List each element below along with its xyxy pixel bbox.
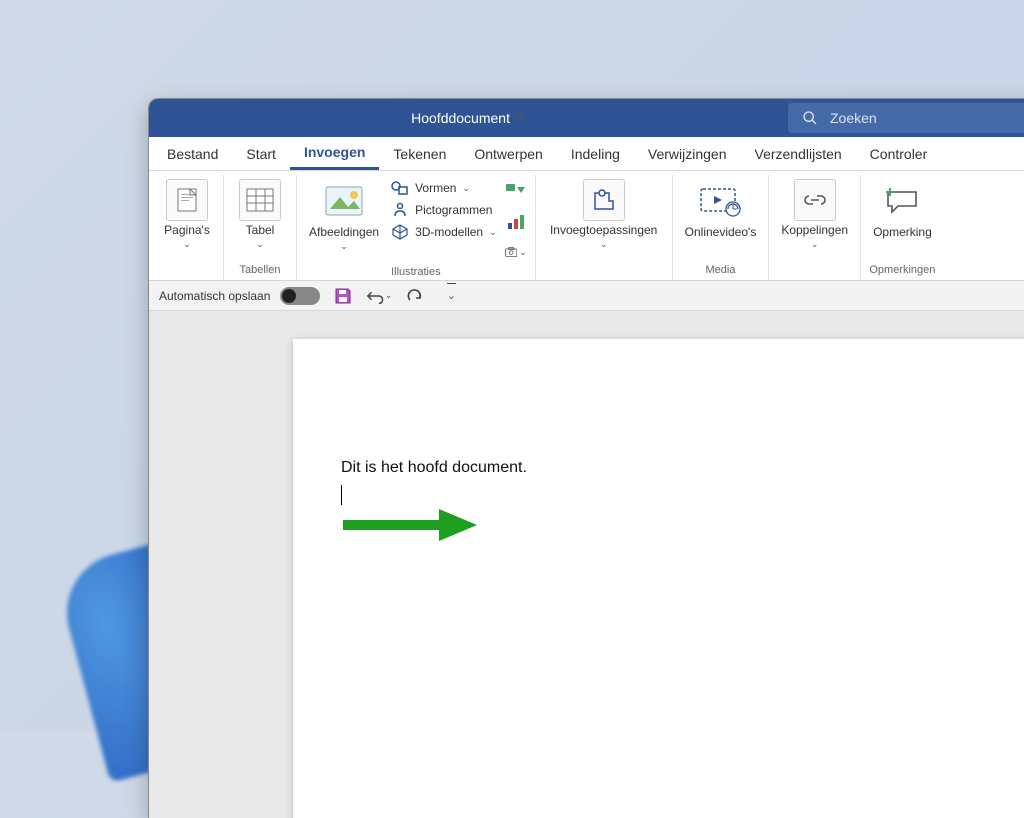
smartart-icon (505, 183, 527, 201)
group-label-illustrations: Illustraties (305, 263, 527, 282)
tab-controleren[interactable]: Controler (856, 137, 942, 170)
screenshot-icon: + (505, 244, 517, 260)
group-media: Onlinevideo's Media (673, 175, 770, 280)
tab-ontwerpen[interactable]: Ontwerpen (460, 137, 556, 170)
undo-icon (366, 288, 384, 304)
link-icon (794, 179, 836, 221)
chevron-down-icon: ⌄ (385, 290, 393, 301)
tab-indeling[interactable]: Indeling (557, 137, 634, 170)
images-button[interactable]: Afbeeldingen ⌄ (305, 177, 383, 263)
autosave-label: Automatisch opslaan (159, 289, 270, 303)
links-label: Koppelingen (781, 223, 848, 237)
search-icon (802, 110, 818, 126)
save-icon (334, 287, 352, 305)
screenshot-button[interactable]: + ⌄ (505, 241, 527, 263)
group-label-media: Media (681, 261, 761, 280)
shapes-icon (391, 179, 409, 197)
chevron-down-icon: ⌄ (489, 227, 497, 238)
redo-icon (406, 288, 424, 304)
tab-tekenen[interactable]: Tekenen (379, 137, 460, 170)
smartart-button[interactable] (505, 181, 527, 203)
addins-button[interactable]: Invoegtoepassingen ⌄ (544, 177, 664, 261)
pages-button[interactable]: Pagina's ⌄ (159, 177, 215, 261)
search-placeholder: Zoeken (830, 110, 877, 126)
group-pages: Pagina's ⌄ (151, 175, 224, 280)
quick-access-toolbar: Automatisch opslaan ⌄ ⌄ (149, 281, 1024, 311)
images-label: Afbeeldingen (309, 225, 379, 239)
comment-label: Opmerking (873, 225, 932, 239)
group-illustrations: Afbeeldingen ⌄ Vormen ⌄ (297, 175, 536, 280)
chevron-down-icon: ⌄ (183, 239, 191, 250)
group-label-tables: Tabellen (232, 261, 288, 280)
video-label: Onlinevideo's (685, 225, 757, 239)
titlebar: Hoofddocument ▼ Zoeken (149, 99, 1024, 137)
redo-button[interactable] (402, 285, 428, 307)
ribbon: Pagina's ⌄ Tabel ⌄ Tabellen (149, 171, 1024, 281)
chart-icon (506, 213, 526, 231)
cube-icon (391, 223, 409, 241)
online-video-button[interactable]: Onlinevideo's (681, 177, 761, 261)
group-comments: Opmerking Opmerkingen (861, 175, 944, 280)
document-title-dropdown[interactable]: Hoofddocument ▼ (149, 99, 788, 137)
comment-button[interactable]: Opmerking (869, 177, 936, 261)
3d-models-button[interactable]: 3D-modellen ⌄ (391, 223, 497, 241)
table-label: Tabel (246, 223, 275, 237)
tab-start[interactable]: Start (232, 137, 290, 170)
document-workspace[interactable]: Dit is het hoofd document. (149, 311, 1024, 818)
tab-invoegen[interactable]: Invoegen (290, 137, 379, 170)
chevron-down-icon: ⌄ (340, 241, 348, 252)
chevron-down-icon: ⌄ (447, 289, 456, 302)
save-button[interactable] (330, 285, 356, 307)
video-icon (698, 179, 742, 223)
pictogram-icon (391, 201, 409, 219)
picture-icon (322, 179, 366, 223)
svg-text:+: + (515, 254, 517, 260)
qat-customize-button[interactable]: ⌄ (438, 285, 464, 307)
table-button[interactable]: Tabel ⌄ (232, 177, 288, 261)
document-title: Hoofddocument (411, 110, 510, 126)
document-body-text: Dit is het hoofd document. (341, 459, 1005, 477)
tab-verwijzingen[interactable]: Verwijzingen (634, 137, 741, 170)
page-icon (166, 179, 208, 221)
chevron-down-icon: ⌄ (600, 239, 608, 250)
shapes-button[interactable]: Vormen ⌄ (391, 179, 497, 197)
links-button[interactable]: Koppelingen ⌄ (777, 177, 852, 261)
chevron-down-icon: ⌄ (256, 239, 264, 250)
chevron-down-icon: ▼ (516, 113, 526, 124)
autosave-toggle[interactable] (280, 287, 320, 305)
document-page[interactable]: Dit is het hoofd document. (293, 339, 1024, 818)
chevron-down-icon: ⌄ (462, 183, 470, 194)
chevron-down-icon: ⌄ (811, 239, 819, 250)
search-box[interactable]: Zoeken (788, 103, 1024, 133)
text-cursor (341, 485, 342, 505)
addins-icon (583, 179, 625, 221)
chevron-down-icon: ⌄ (519, 247, 527, 258)
table-icon (239, 179, 281, 221)
addins-label: Invoegtoepassingen (550, 223, 657, 237)
group-addins: Invoegtoepassingen ⌄ (536, 175, 673, 280)
group-links: Koppelingen ⌄ (769, 175, 861, 280)
chart-button[interactable] (505, 211, 527, 233)
comment-icon (880, 179, 924, 223)
tab-verzendlijsten[interactable]: Verzendlijsten (741, 137, 856, 170)
undo-button[interactable]: ⌄ (366, 285, 392, 307)
group-label-comments: Opmerkingen (869, 261, 936, 280)
word-window: Hoofddocument ▼ Zoeken Bestand Start Inv… (148, 98, 1024, 818)
icons-button[interactable]: Pictogrammen (391, 201, 497, 219)
ribbon-tabs: Bestand Start Invoegen Tekenen Ontwerpen… (149, 137, 1024, 171)
group-tables: Tabel ⌄ Tabellen (224, 175, 297, 280)
pages-label: Pagina's (164, 223, 210, 237)
tab-bestand[interactable]: Bestand (153, 137, 232, 170)
